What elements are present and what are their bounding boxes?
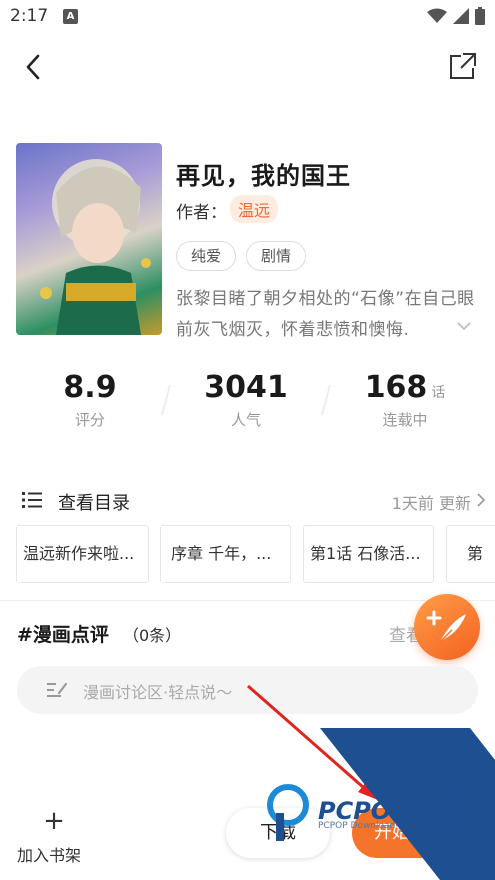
episodes-value-row: 168 话 <box>350 370 460 405</box>
comment-input[interactable]: 漫画讨论区·轻点说～ <box>17 666 478 714</box>
cover-illustration <box>40 159 151 335</box>
status-bar: 2:17 A <box>0 0 495 34</box>
genre-tag[interactable]: 剧情 <box>246 241 307 271</box>
genre-tag[interactable]: 纯爱 <box>176 241 237 271</box>
battery-icon <box>475 7 485 25</box>
episodes-label: 连载中 <box>382 411 428 429</box>
catalog-update-time: 1天前 更新 <box>391 494 471 513</box>
popularity-stat: 3041 人气 <box>196 370 296 430</box>
add-to-shelf-button[interactable]: + 加入书架 <box>14 806 94 865</box>
chapter-item[interactable]: 温远新作来啦... <box>16 525 149 583</box>
plus-icon: + <box>43 806 65 836</box>
stat-divider <box>320 385 332 415</box>
status-icons <box>427 7 485 25</box>
author-name-tag[interactable]: 温远 <box>230 195 279 223</box>
notification-icon: A <box>63 9 78 24</box>
synopsis-text[interactable]: 张黎目睹了朝夕相处的“石像”在自己眼前灰飞烟灭，怀着悲愤和懊悔. <box>176 284 481 346</box>
status-time: 2:17 <box>10 6 49 26</box>
watermark-blue-shape <box>320 728 495 880</box>
popularity-value: 3041 <box>204 370 288 405</box>
rating-value: 8.9 <box>63 370 117 405</box>
chapter-item[interactable]: 第 <box>446 525 495 583</box>
wifi-icon <box>427 8 447 23</box>
comment-placeholder: 漫画讨论区·轻点说～ <box>83 683 233 702</box>
watermark-logo <box>267 784 309 841</box>
catalog-row[interactable]: 查看目录 1天前 更新 <box>0 482 495 518</box>
signal-icon <box>453 8 469 24</box>
quill-plus-icon <box>426 610 466 643</box>
watermark-subtext: PCPOP Download <box>318 821 396 831</box>
list-icon <box>22 492 42 508</box>
share-button[interactable] <box>447 50 477 82</box>
stat-divider <box>160 385 172 415</box>
popularity-label: 人气 <box>230 411 261 429</box>
episodes-unit: 话 <box>431 385 446 401</box>
edit-lines-icon <box>47 682 68 697</box>
back-button[interactable] <box>20 50 50 84</box>
chevron-right-icon <box>477 493 486 507</box>
chevron-left-icon <box>26 54 40 80</box>
chevron-down-icon[interactable] <box>456 320 472 332</box>
book-title: 再见，我的国王 <box>176 162 351 190</box>
reviews-count: （0条） <box>123 626 182 645</box>
book-cover-image[interactable] <box>16 143 162 335</box>
add-to-shelf-label: 加入书架 <box>16 846 81 865</box>
reviews-title: #漫画点评 <box>17 624 109 646</box>
episodes-value: 168 <box>364 370 428 405</box>
share-icon <box>450 53 476 79</box>
author-label: 作者： <box>176 203 227 223</box>
write-review-fab[interactable] <box>414 594 480 660</box>
rating-label: 评分 <box>74 411 105 429</box>
episodes-stat: 168 话 连载中 <box>350 370 460 430</box>
chapter-item[interactable]: 第1话 石像活... <box>303 525 434 583</box>
catalog-title: 查看目录 <box>58 493 130 514</box>
rating-stat: 8.9 评分 <box>50 370 130 430</box>
annotation-arrow <box>247 684 378 800</box>
chapter-item[interactable]: 序章 千年，... <box>160 525 291 583</box>
